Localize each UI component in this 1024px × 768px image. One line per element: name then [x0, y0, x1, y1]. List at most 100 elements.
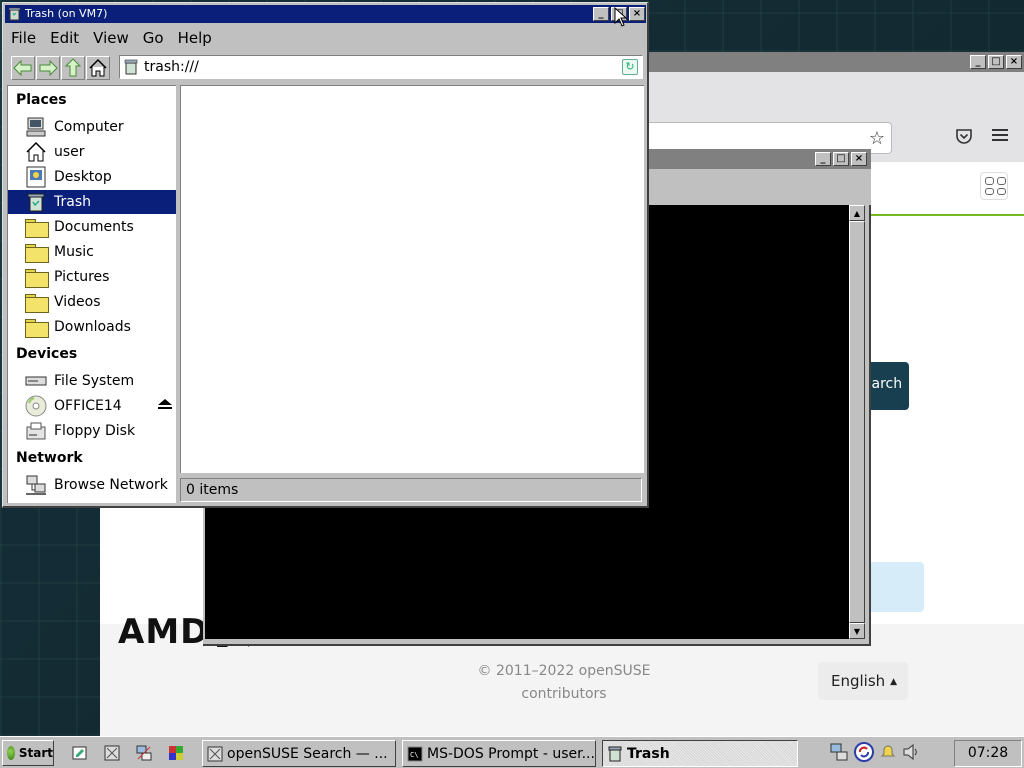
browser-close-button[interactable]: × [1006, 55, 1022, 69]
msdos-toolbar [648, 169, 871, 205]
scroll-down-arrow-icon[interactable]: ▼ [849, 623, 865, 639]
sidebar-item-downloads[interactable]: Downloads [8, 315, 176, 339]
cdrom-icon [24, 395, 48, 417]
browser-maximize-button[interactable]: □ [988, 55, 1004, 69]
svg-text:C\: C\ [410, 751, 418, 759]
language-label: English [831, 672, 886, 690]
sidebar-item-user[interactable]: user [8, 140, 176, 164]
clock-text: 07:28 AM [967, 745, 1009, 761]
msdos-close-button[interactable]: × [851, 152, 867, 166]
floppy-icon [24, 420, 48, 442]
menu-view[interactable]: View [93, 29, 129, 47]
scroll-up-arrow-icon[interactable]: ▲ [849, 205, 865, 221]
sidebar-item-label: OFFICE14 [54, 398, 122, 414]
sidebar-item-file-system[interactable]: File System [8, 369, 176, 393]
start-button[interactable]: Start [2, 740, 54, 766]
back-button[interactable] [11, 56, 35, 80]
task-label: Trash [627, 745, 670, 762]
eject-icon[interactable] [158, 399, 172, 413]
file-list-area[interactable] [180, 85, 644, 473]
caret-up-icon: ▲ [890, 677, 898, 687]
start-logo-icon [7, 746, 15, 760]
copyright-line-2: contributors [521, 686, 607, 702]
tray-network-icon[interactable] [830, 743, 848, 765]
menu-edit[interactable]: Edit [50, 29, 79, 47]
browser-task-icon [207, 746, 223, 762]
msdos-task-icon: C\ [407, 746, 423, 762]
tray-volume-icon[interactable] [902, 743, 920, 764]
menu-bar: File Edit View Go Help [5, 25, 646, 51]
sidebar-item-pictures[interactable]: Pictures [8, 265, 176, 289]
task-opensuse-search[interactable]: openSUSE Search — ... [202, 740, 396, 767]
trash-location-icon [124, 59, 138, 82]
desktop-icon [24, 166, 48, 188]
status-bar: 0 items [180, 478, 642, 502]
msdos-titlebar[interactable]: _ □ × [648, 149, 871, 169]
folder-icon [24, 241, 49, 263]
bookmark-star-icon[interactable]: ☆ [869, 128, 885, 149]
language-dropdown[interactable]: English ▲ [818, 662, 908, 700]
home-icon [89, 58, 107, 77]
sidebar-item-documents[interactable]: Documents [8, 215, 176, 239]
location-text: trash:/// [144, 59, 199, 75]
sidebar-item-desktop[interactable]: Desktop [8, 165, 176, 189]
minimize-button[interactable]: _ [593, 7, 609, 21]
menu-help[interactable]: Help [178, 29, 212, 47]
network-icon [24, 474, 48, 496]
sidebar-item-trash[interactable]: Trash [8, 190, 176, 214]
up-arrow-icon [65, 58, 81, 77]
location-input[interactable]: trash:/// ↻ [119, 55, 643, 79]
menu-file[interactable]: File [11, 29, 36, 47]
task-label: openSUSE Search — ... [227, 745, 388, 762]
msdos-maximize-button[interactable]: □ [833, 152, 849, 166]
sidebar-item-label: File System [54, 373, 135, 389]
folder-icon [24, 266, 49, 288]
sidebar-item-videos[interactable]: Videos [8, 290, 176, 314]
places-sidebar: Places Computer user Desktop Trash Docum… [7, 85, 176, 503]
scroll-thumb[interactable] [849, 221, 865, 623]
menu-go[interactable]: Go [143, 29, 164, 47]
quicklaunch-editor-icon[interactable] [70, 743, 90, 763]
start-label: Start [18, 746, 53, 760]
forward-button[interactable] [36, 56, 60, 80]
folder-icon [24, 316, 49, 338]
sidebar-item-label: Floppy Disk [54, 423, 136, 439]
browser-minimize-button[interactable]: _ [970, 55, 986, 69]
quicklaunch-network-icon[interactable] [134, 743, 154, 763]
reload-icon[interactable]: ↻ [622, 59, 638, 75]
clock[interactable]: 07:28 AM [954, 740, 1022, 767]
sidebar-item-floppy-disk[interactable]: Floppy Disk [8, 419, 176, 443]
sidebar-item-label: Computer [54, 119, 124, 135]
amd-logo-text: AMD [118, 612, 210, 652]
home-button[interactable] [86, 56, 110, 80]
sidebar-item-label: user [54, 144, 85, 160]
quicklaunch-settings-icon[interactable] [102, 743, 122, 763]
drive-icon [24, 370, 48, 392]
msdos-minimize-button[interactable]: _ [815, 152, 831, 166]
trash-title-icon [8, 7, 21, 27]
close-button[interactable]: × [629, 7, 645, 21]
system-tray [826, 740, 950, 767]
quicklaunch-app-icon[interactable] [166, 743, 186, 763]
msdos-scrollbar[interactable]: ▲ ▼ [849, 205, 865, 639]
sidebar-item-label: Pictures [54, 269, 110, 285]
hamburger-menu-icon[interactable] [992, 126, 1008, 147]
tray-update-icon[interactable] [854, 741, 874, 766]
task-msdos-prompt[interactable]: C\ MS-DOS Prompt - user... [402, 740, 596, 767]
task-label: MS-DOS Prompt - user... [427, 745, 595, 762]
sidebar-item-office14[interactable]: OFFICE14 [8, 394, 176, 418]
tray-notification-bell-icon[interactable] [880, 744, 896, 764]
window-title: Trash (on VM7) [25, 7, 108, 20]
folder-icon [24, 216, 49, 238]
file-manager-titlebar[interactable]: Trash (on VM7) _ □ × [5, 5, 646, 23]
copyright-line-1: © 2011–2022 openSUSE [477, 663, 651, 679]
sidebar-item-music[interactable]: Music [8, 240, 176, 264]
copyright-text: © 2011–2022 openSUSE contributors [470, 660, 658, 706]
task-trash[interactable]: Trash [602, 740, 798, 767]
up-button[interactable] [61, 56, 85, 80]
sidebar-item-label: Downloads [54, 319, 131, 335]
sidebar-item-computer[interactable]: Computer [8, 115, 176, 139]
apps-grid-icon[interactable] [980, 172, 1008, 200]
pocket-icon[interactable] [955, 128, 973, 148]
sidebar-item-browse-network[interactable]: Browse Network [8, 473, 176, 497]
